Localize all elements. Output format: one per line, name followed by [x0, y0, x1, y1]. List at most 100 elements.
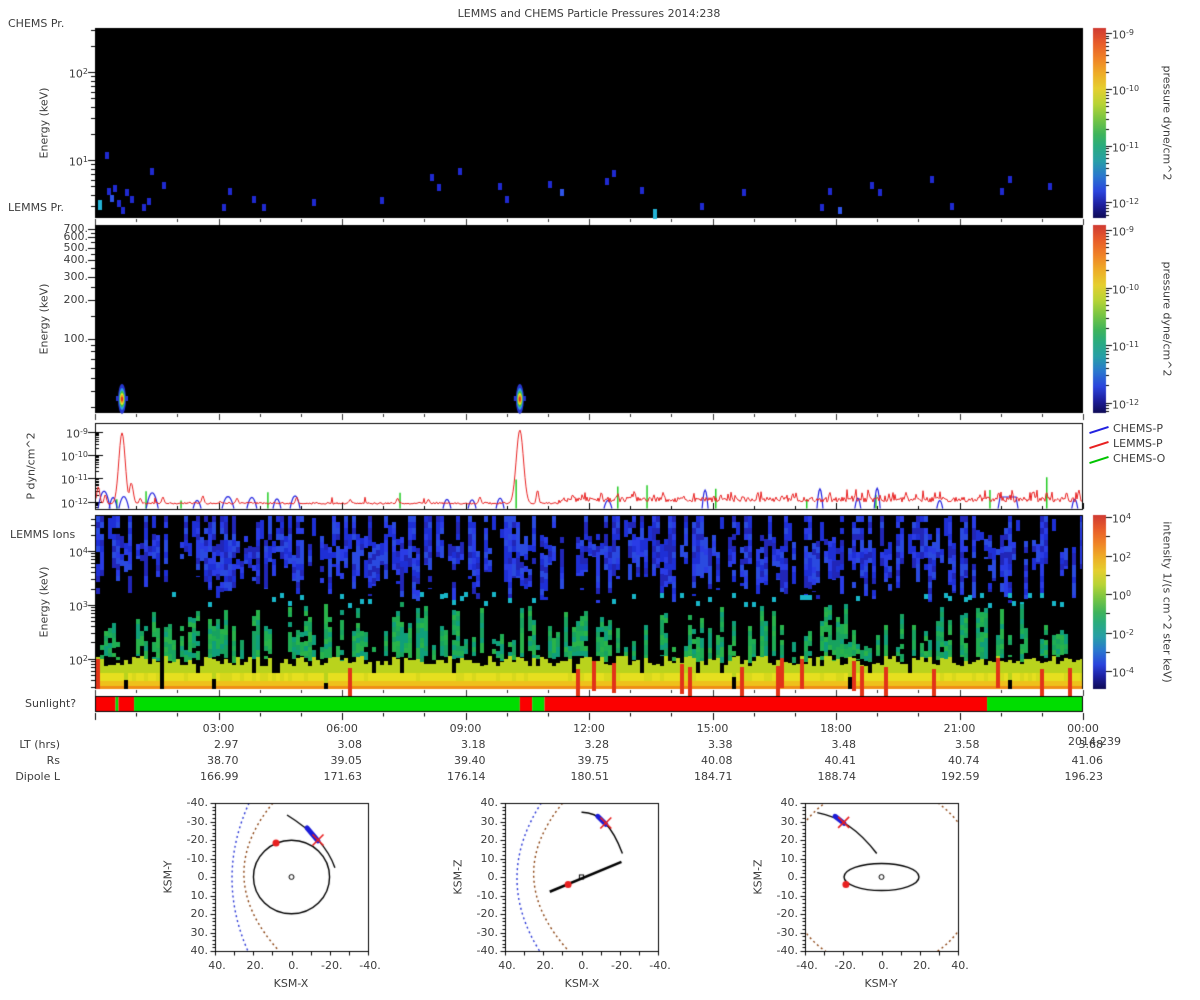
- panel1-label: CHEMS Pr.: [8, 17, 65, 30]
- colorbar3-tick-label: 102: [1112, 550, 1132, 565]
- p4-ytick-label: 104: [68, 546, 88, 560]
- orbit3-ytick-label: 20.: [780, 833, 799, 846]
- p3-ytick-label: 10-10: [60, 450, 88, 464]
- p1-ytick-label: 101: [68, 155, 88, 169]
- panel4-label: LEMMS Ions: [10, 528, 76, 541]
- figure-canvas: [0, 0, 1200, 1000]
- orbit1-ytick-label: 20.: [190, 907, 209, 920]
- row-value-2: 184.71: [694, 770, 733, 783]
- colorbar3-tick-label: 104: [1112, 512, 1132, 526]
- orbit1-ytick-label: 0.: [197, 870, 209, 883]
- p2-ytick-label: 300.: [63, 269, 89, 283]
- p3-ytick-label: 10-12: [60, 496, 88, 511]
- orbit3-xtick-label: 40.: [951, 959, 969, 972]
- legend-label-chems-p: CHEMS-P: [1113, 422, 1163, 435]
- row-value-0: 3.38: [708, 738, 733, 751]
- orbit1-ytick-label: -20.: [186, 833, 208, 846]
- orbit2-ylabel: KSM-Z: [451, 859, 465, 895]
- page-title: LEMMS and CHEMS Particle Pressures 2014:…: [457, 7, 721, 20]
- time-tick-label: 06:00: [326, 722, 358, 735]
- time-tick-label: 03:00: [202, 722, 235, 735]
- p2-ytick-label: 500.: [63, 240, 89, 254]
- orbit3-xtick-label: -20.: [834, 959, 856, 972]
- row-value-1: 40.08: [701, 754, 733, 767]
- orbit1-ytick-label: -10.: [186, 851, 208, 865]
- orbit3-ytick-label: 30.: [780, 814, 799, 828]
- orbit3-ytick-label: 0.: [787, 870, 799, 883]
- orbit1-ytick-label: 30.: [190, 925, 209, 939]
- orbit3-ytick-label: -30.: [776, 925, 798, 939]
- p1-ytick-label: 102: [68, 67, 88, 81]
- orbit1-xtick-label: -40.: [359, 959, 381, 972]
- orbit3-ytick-label: -20.: [776, 907, 798, 920]
- orbit3-ytick-label: 10.: [780, 851, 799, 865]
- orbit1-xtick-label: 0.: [288, 959, 299, 972]
- orbit2-ytick-label: 40.: [480, 796, 499, 809]
- orbit2-xtick-label: -40.: [649, 959, 671, 972]
- orbit2-ytick-label: 30.: [480, 814, 499, 828]
- time-tick-label: 09:00: [449, 722, 482, 735]
- orbit1-ytick-label: -40.: [186, 796, 208, 809]
- row-value-0: 3.48: [831, 738, 857, 751]
- row-label-dipole: Dipole L: [15, 770, 60, 783]
- orbit2-ytick-label: 20.: [480, 833, 499, 846]
- orbit3-xtick-label: 20.: [913, 959, 931, 972]
- colorbar1-label: pressure dyne/cm^2: [1160, 65, 1174, 181]
- row-value-0: 3.28: [584, 738, 610, 751]
- panel2-label: LEMMS Pr.: [8, 201, 64, 214]
- time-tick-label: 00:00: [1067, 722, 1099, 735]
- orbit2-ytick-label: -10.: [476, 888, 498, 902]
- orbit1-ytick-label: 10.: [190, 888, 209, 902]
- row-value-1: 39.40: [454, 754, 486, 767]
- orbit1-xlabel: KSM-X: [273, 977, 309, 990]
- orbit2-ytick-label: -40.: [476, 944, 498, 957]
- row-value-1: 41.06: [1071, 754, 1104, 767]
- p2-ytick-label: 100.: [63, 331, 89, 345]
- p3-ytick-label: 10-9: [66, 426, 88, 441]
- legend-label-chems-o: CHEMS-O: [1113, 452, 1166, 465]
- orbit3-ylabel: KSM-Z: [751, 859, 765, 895]
- row-value-0: 2.97: [214, 738, 239, 751]
- row-value-0: 3.18: [461, 738, 486, 751]
- row-value-2: 180.51: [570, 770, 610, 783]
- colorbar2-tick-label: 10-10: [1112, 282, 1140, 297]
- time-tick-label: 21:00: [943, 722, 976, 735]
- row-value-2: 171.63: [323, 770, 363, 783]
- time-tick-label: 12:00: [573, 722, 605, 735]
- orbit3-xtick-label: 0.: [878, 959, 889, 972]
- colorbar1-tick-label: 10-10: [1112, 84, 1140, 98]
- row-value-1: 40.41: [824, 754, 857, 767]
- row-value-0: 3.58: [955, 738, 980, 751]
- orbit1-ytick-label: 40.: [190, 944, 209, 957]
- row-label-rs: Rs: [46, 754, 60, 767]
- orbit2-xtick-label: 0.: [578, 959, 589, 972]
- orbit1-xtick-label: -20.: [321, 959, 343, 972]
- orbit2-ytick-label: -20.: [476, 907, 498, 920]
- orbit2-ytick-label: 0.: [487, 870, 499, 883]
- panel2-ylabel: Energy (keV): [37, 283, 51, 355]
- time-tick-label: 15:00: [696, 722, 729, 735]
- orbit1-ylabel: KSM-Y: [161, 860, 175, 894]
- orbit2-ytick-label: 10.: [480, 851, 499, 865]
- p3-ytick-label: 10-11: [60, 473, 88, 488]
- orbit3-xlabel: KSM-Y: [864, 977, 898, 990]
- figure: LEMMS and CHEMS Particle Pressures 2014:…: [0, 0, 1200, 1000]
- row-value-1: 39.05: [330, 754, 363, 767]
- row-value-1: 40.74: [948, 754, 980, 767]
- orbit3-ytick-label: -10.: [776, 888, 798, 902]
- orbit2-xtick-label: 20.: [536, 959, 555, 972]
- orbit1-ytick-label: -30.: [186, 814, 208, 828]
- panel4-ylabel: Energy (keV): [37, 566, 51, 638]
- orbit2-ytick-label: -30.: [476, 925, 498, 939]
- panel3-ylabel: P dyn/cm^2: [24, 432, 38, 500]
- legend-label-lemms-p: LEMMS-P: [1113, 437, 1163, 450]
- sunlight-label: Sunlight?: [25, 697, 77, 710]
- row-value-2: 196.23: [1064, 770, 1104, 783]
- row-value-2: 192.59: [941, 770, 980, 783]
- row-label-lt: LT (hrs): [19, 738, 60, 751]
- colorbar1-tick-label: 10-12: [1112, 197, 1140, 211]
- row-value-0: 3.68: [1078, 738, 1104, 751]
- row-value-2: 166.99: [200, 770, 239, 783]
- orbit1-xtick-label: 40.: [208, 959, 226, 972]
- row-value-1: 38.70: [207, 754, 239, 767]
